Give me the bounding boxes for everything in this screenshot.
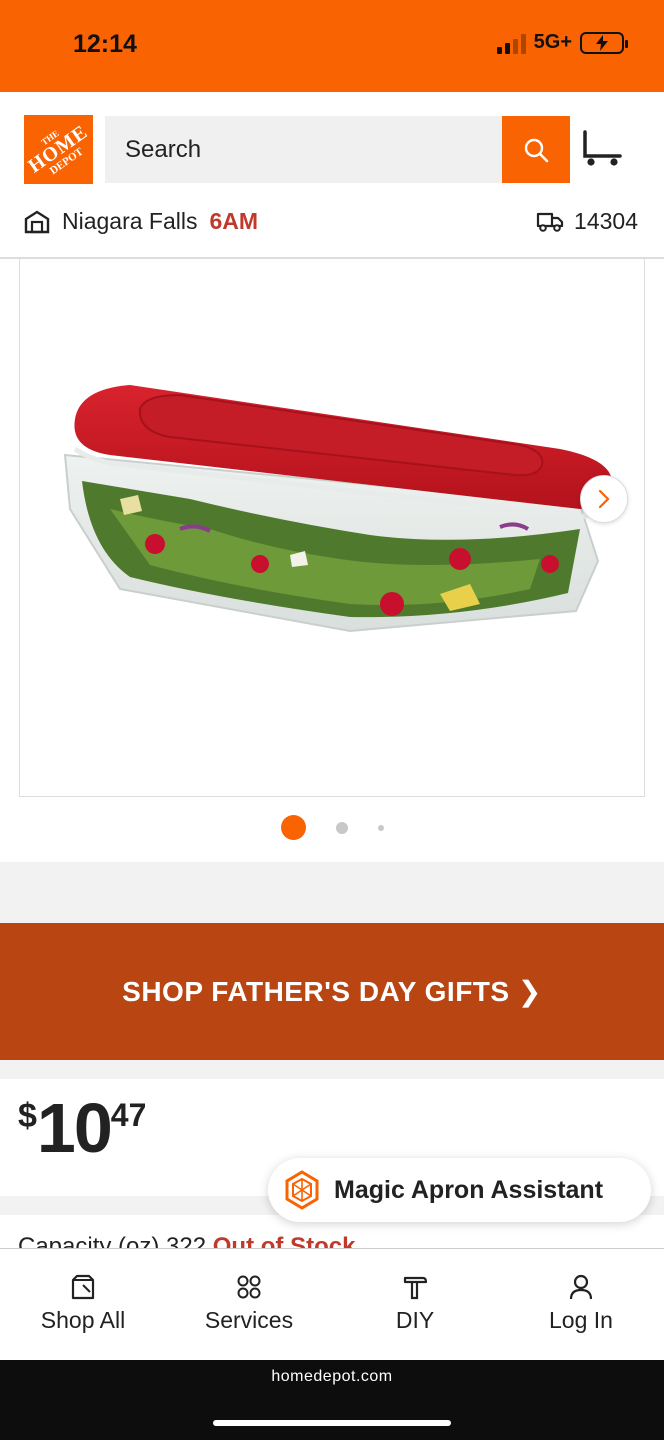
capacity-label: Capacity (oz) 322 xyxy=(18,1233,207,1248)
nav-services[interactable]: Services xyxy=(166,1249,332,1360)
home-depot-logo[interactable]: THE HOME DEPOT xyxy=(24,115,93,184)
signal-icon xyxy=(496,32,526,54)
magic-apron-icon xyxy=(285,1170,319,1210)
status-time: 12:14 xyxy=(73,30,137,58)
carousel-pagination xyxy=(0,815,664,840)
nav-label: Shop All xyxy=(40,1307,126,1333)
product-image[interactable] xyxy=(19,259,645,797)
status-indicators: 5G+ xyxy=(496,31,628,54)
food-container-image xyxy=(63,385,615,633)
browser-bar: homedepot.com xyxy=(0,1360,664,1440)
search-button[interactable] xyxy=(502,116,570,183)
product-price: $ 10 47 xyxy=(18,1093,146,1163)
next-image-button[interactable] xyxy=(580,475,628,523)
diy-icon xyxy=(403,1276,428,1300)
fathers-day-promo-banner[interactable]: SHOP FATHER'S DAY GIFTS ❯ xyxy=(0,923,664,1060)
zip-code: 14304 xyxy=(574,208,638,234)
nav-log-in[interactable]: Log In xyxy=(498,1249,664,1360)
user-icon xyxy=(569,1274,593,1300)
promo-label: SHOP FATHER'S DAY GIFTS ❯ xyxy=(122,976,542,1007)
nav-diy[interactable]: DIY xyxy=(332,1249,498,1360)
assistant-label: Magic Apron Assistant xyxy=(334,1175,604,1204)
search-placeholder: Search xyxy=(125,135,202,163)
store-hours: 6AM xyxy=(209,208,259,234)
stock-status: Out of Stock xyxy=(212,1233,356,1248)
site-header: THE HOME DEPOT Search Niagara Falls 6AM … xyxy=(0,92,664,259)
chevron-right-icon xyxy=(598,489,610,509)
carousel-dot-1[interactable] xyxy=(280,815,306,840)
carousel-dot-2[interactable] xyxy=(335,821,348,834)
logo-wordmark: THE HOME DEPOT xyxy=(23,119,92,177)
store-name: Niagara Falls xyxy=(62,208,198,234)
cart-icon xyxy=(583,130,622,166)
store-selector[interactable]: Niagara Falls 6AM xyxy=(24,208,258,235)
shop-all-icon xyxy=(71,1274,95,1300)
home-indicator[interactable] xyxy=(213,1420,451,1426)
services-icon xyxy=(237,1275,261,1299)
search-icon xyxy=(524,138,549,162)
nav-label: Services xyxy=(204,1307,294,1333)
store-icon xyxy=(24,210,50,233)
cart-button[interactable] xyxy=(582,130,624,168)
product-media-card xyxy=(0,259,664,862)
search-input[interactable]: Search xyxy=(105,116,505,183)
truck-icon xyxy=(536,212,564,232)
delivery-zip-selector[interactable]: 14304 xyxy=(536,208,638,235)
url-text[interactable]: homedepot.com xyxy=(0,1368,664,1386)
nav-shop-all[interactable]: Shop All xyxy=(0,1249,166,1360)
capacity-availability-text: Capacity (oz) 322 Out of Stock xyxy=(18,1233,355,1248)
carousel-dot-3[interactable] xyxy=(377,824,384,831)
magic-apron-assistant-button[interactable]: Magic Apron Assistant xyxy=(268,1158,651,1222)
price-cents: 47 xyxy=(110,1097,147,1133)
nav-label: DIY xyxy=(395,1307,435,1333)
price-currency: $ xyxy=(18,1097,37,1135)
network-type: 5G+ xyxy=(533,31,572,53)
price-dollars: 10 xyxy=(36,1089,113,1167)
nav-label: Log In xyxy=(549,1307,613,1333)
status-bar: 12:14 5G+ xyxy=(0,0,664,92)
bottom-nav: Shop All Services DIY Log In xyxy=(0,1248,664,1360)
battery-charging-icon xyxy=(580,31,628,54)
